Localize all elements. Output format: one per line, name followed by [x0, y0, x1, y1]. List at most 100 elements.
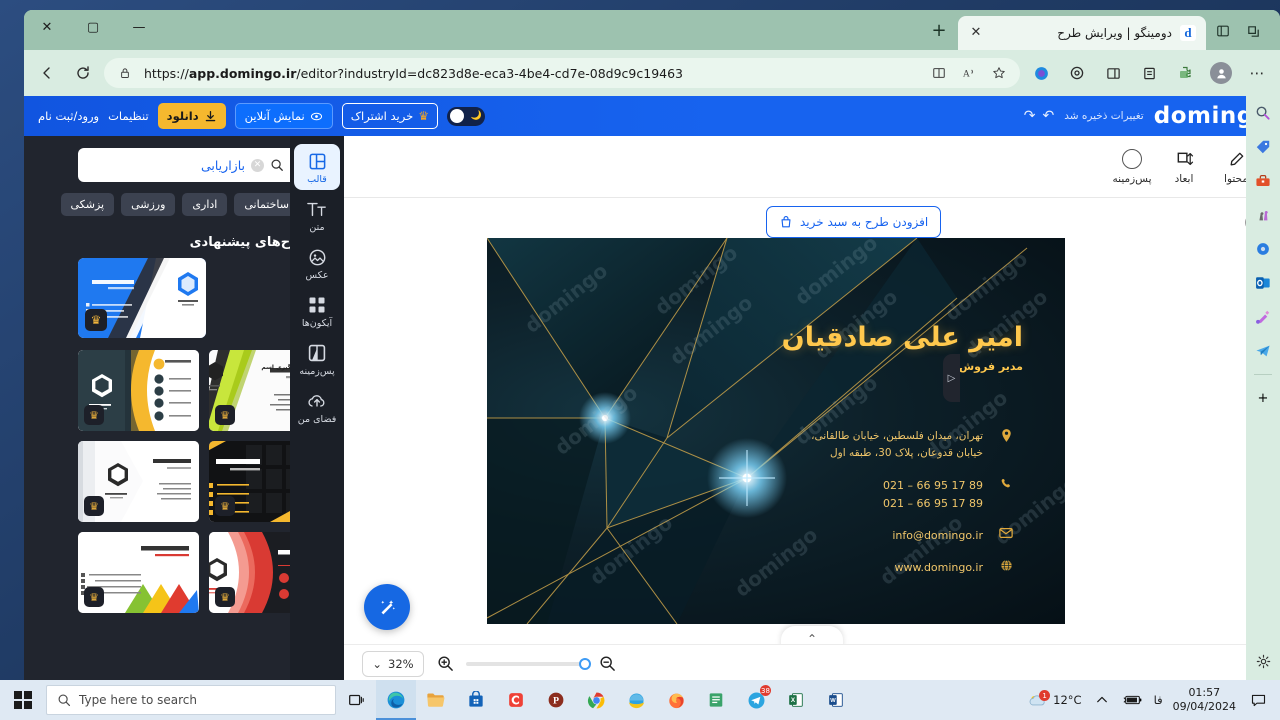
start-button[interactable]: [0, 680, 46, 720]
add-sidebar-app-button[interactable]: +: [1252, 387, 1274, 409]
taskbar-app-chrome[interactable]: [576, 680, 616, 720]
more-options-icon[interactable]: ⋯: [1242, 58, 1272, 88]
buy-subscription-button[interactable]: ♛ خرید اشتراک: [341, 103, 438, 129]
browser-tab[interactable]: d دومینگو | ویرایش طرح ✕: [958, 16, 1206, 50]
gear-icon[interactable]: [1252, 650, 1274, 672]
contact-row-phone: 021 – 66 95 17 89 021 – 66 95 17 89: [713, 477, 1013, 513]
add-to-cart-button[interactable]: افزودن طرح به سبد خرید: [766, 206, 942, 238]
taskbar-app-excel[interactable]: X: [776, 680, 816, 720]
zoom-slider[interactable]: [466, 657, 591, 670]
copilot-icon[interactable]: [1252, 238, 1274, 260]
chip-office[interactable]: اداری: [182, 192, 228, 216]
workspaces-icon[interactable]: [1242, 20, 1264, 42]
tab-actions-icon[interactable]: [1212, 20, 1234, 42]
sidebar-item-my-space[interactable]: فضای من: [294, 384, 340, 430]
featured-template-thumb[interactable]: ♛: [78, 258, 206, 338]
split-tab-icon[interactable]: [1098, 58, 1128, 88]
background-icon: [308, 343, 326, 363]
zoom-level-select[interactable]: ⌄ 32%: [362, 650, 424, 677]
taskbar-app-notepad[interactable]: [696, 680, 736, 720]
taskbar-app-edge[interactable]: [376, 680, 416, 720]
task-view-icon[interactable]: [336, 680, 376, 720]
business-card-preview[interactable]: domingo domingo domingo domingo domingo …: [487, 238, 1065, 624]
sidebar-label-background: پس‌زمینه: [299, 366, 335, 377]
sidebar-item-background[interactable]: پس‌زمینه: [294, 336, 340, 382]
template-card[interactable]: ♛: [78, 350, 199, 431]
sidebar-item-icons[interactable]: آیکون‌ها: [294, 288, 340, 334]
tabstrip-left-icons: [1206, 20, 1274, 50]
cart-label: افزودن طرح به سبد خرید: [800, 215, 929, 229]
toolbox-icon[interactable]: [1252, 170, 1274, 192]
telegram-icon[interactable]: [1252, 340, 1274, 362]
new-tab-button[interactable]: +: [926, 19, 952, 45]
toolbar-item-dimensions[interactable]: ابعاد: [1158, 148, 1210, 185]
search-icon[interactable]: [1252, 102, 1274, 124]
phone-icon: [995, 477, 1013, 490]
image-creator-icon[interactable]: [1252, 306, 1274, 328]
chip-medical[interactable]: پزشکی: [60, 192, 115, 216]
minimize-button[interactable]: —: [116, 10, 162, 44]
address-bar[interactable]: https://app.domingo.ir/editor?industryId…: [104, 58, 1020, 88]
collections-icon[interactable]: [1134, 58, 1164, 88]
taskbar-app-file-explorer[interactable]: [416, 680, 456, 720]
shopping-tag-icon[interactable]: [1252, 136, 1274, 158]
back-icon[interactable]: [32, 58, 62, 88]
favorite-star-icon[interactable]: [988, 62, 1010, 84]
redo-icon[interactable]: ↷: [1024, 108, 1036, 124]
login-register-link[interactable]: ورود/ثبت نام: [38, 109, 99, 123]
settings-link[interactable]: تنظیمات: [108, 109, 149, 123]
template-card[interactable]: ♛: [78, 532, 199, 613]
taskbar-app-photoshop-like[interactable]: P: [536, 680, 576, 720]
sidebar-item-text[interactable]: متن: [294, 192, 340, 238]
taskbar-app-word[interactable]: W: [816, 680, 856, 720]
zoom-out-icon[interactable]: [596, 653, 618, 675]
language-indicator[interactable]: فا: [1154, 693, 1163, 707]
template-icon: [308, 151, 327, 171]
sidebar-item-image[interactable]: عکس: [294, 240, 340, 286]
panel-collapse-handle[interactable]: ▷: [943, 354, 960, 402]
zoom-level-value: 32%: [388, 656, 414, 671]
search-icon: [270, 158, 284, 172]
chip-sports[interactable]: ورزشی: [121, 192, 176, 216]
zoom-slider-knob[interactable]: [579, 657, 591, 670]
sidebar-label-image: عکس: [305, 270, 329, 281]
magic-wand-button[interactable]: [364, 584, 410, 630]
extensions-icon[interactable]: [1170, 58, 1200, 88]
split-screen-icon[interactable]: [928, 62, 950, 84]
sidebar-item-template[interactable]: قالب: [294, 144, 340, 190]
games-icon[interactable]: [1252, 204, 1274, 226]
copilot-toolbar-icon[interactable]: [1026, 58, 1056, 88]
notification-center-icon[interactable]: [1246, 680, 1270, 720]
contact-email: info@domingo.ir: [892, 528, 983, 542]
sidebar-label-icons: آیکون‌ها: [301, 318, 333, 329]
read-aloud-icon[interactable]: A: [958, 62, 980, 84]
clear-search-icon[interactable]: ✕: [251, 158, 264, 172]
taskbar-app-camtasia[interactable]: [496, 680, 536, 720]
close-window-button[interactable]: ✕: [24, 10, 70, 44]
download-button[interactable]: دانلود: [157, 103, 226, 129]
taskbar-app-telegram[interactable]: 38: [736, 680, 776, 720]
undo-icon[interactable]: ↶: [1042, 108, 1054, 124]
show-hidden-icons[interactable]: [1092, 680, 1112, 720]
outlook-icon[interactable]: [1252, 272, 1274, 294]
clock[interactable]: 01:57 09/04/2024: [1173, 686, 1236, 714]
taskbar-search-input[interactable]: Type here to search: [46, 685, 336, 715]
close-icon[interactable]: ✕: [968, 25, 984, 41]
maximize-button[interactable]: ▢: [70, 10, 116, 44]
battery-icon[interactable]: [1122, 680, 1144, 720]
browser-essentials-icon[interactable]: [1062, 58, 1092, 88]
weather-temperature: 12°C: [1053, 693, 1082, 707]
zoom-in-icon[interactable]: [434, 653, 456, 675]
weather-widget[interactable]: 1 12°C: [1028, 680, 1082, 720]
taskbar-app-firefox[interactable]: [656, 680, 696, 720]
taskbar-app-internet-explorer[interactable]: [616, 680, 656, 720]
template-card[interactable]: ♛: [78, 441, 199, 522]
toolbar-item-background[interactable]: پس‌زمینه: [1106, 148, 1158, 185]
dark-mode-toggle[interactable]: 🌙: [446, 106, 485, 126]
reload-icon[interactable]: [68, 58, 98, 88]
search-input[interactable]: ✕ بازاریابی: [78, 158, 294, 173]
resize-icon: [1175, 148, 1194, 170]
online-preview-button[interactable]: نمایش آنلاین: [234, 103, 333, 129]
profile-avatar[interactable]: [1206, 58, 1236, 88]
taskbar-app-microsoft-store[interactable]: [456, 680, 496, 720]
